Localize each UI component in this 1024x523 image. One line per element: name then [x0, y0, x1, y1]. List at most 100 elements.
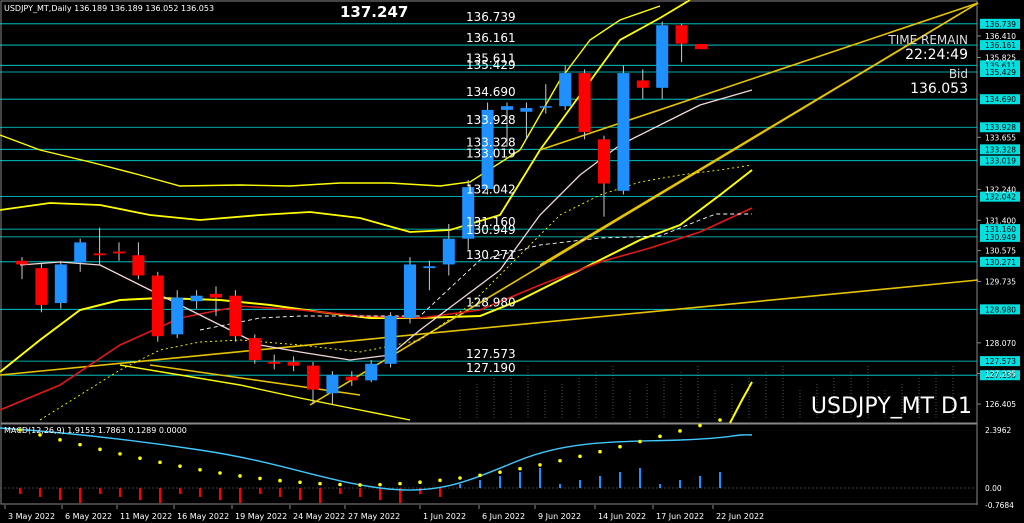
level-text: 135.429 — [466, 58, 516, 72]
macd-dot — [718, 418, 722, 422]
candle-bear — [268, 361, 281, 364]
level-text: 128.980 — [466, 295, 516, 309]
candle-bear — [93, 253, 106, 256]
macd-dot — [258, 476, 262, 481]
macd-dot — [378, 482, 382, 487]
candle-bear — [695, 44, 707, 50]
candle-bull — [656, 25, 669, 88]
level-price-box-text: 136.739 — [985, 20, 1016, 29]
macd-dot — [138, 456, 142, 461]
candle-bull — [171, 297, 184, 335]
candle-bull — [442, 238, 455, 265]
level-text: 132.042 — [466, 183, 516, 197]
x-tick-label: 19 May 2022 — [235, 512, 287, 521]
candle-bull — [326, 374, 339, 394]
level-text: 130.271 — [466, 248, 516, 262]
candle-bull — [617, 73, 630, 191]
candle-bull — [539, 106, 552, 108]
x-tick-label: 24 May 2022 — [293, 512, 345, 521]
y-tick-label: 127.235 — [985, 370, 1016, 379]
macd-dot — [278, 478, 282, 483]
candle-bull — [423, 266, 436, 269]
candle-bull — [54, 264, 67, 304]
x-tick-label: 3 May 2022 — [8, 512, 55, 521]
candle-bear — [210, 293, 222, 298]
level-price-box-text: 134.690 — [985, 95, 1016, 104]
level-price-box-text: 130.271 — [985, 258, 1016, 267]
candle-bear — [307, 365, 319, 390]
level-price-box-text: 133.019 — [985, 157, 1016, 166]
bid-label: Bid — [949, 67, 968, 81]
macd-dot — [458, 476, 462, 480]
macd-label: MACD(12,26,9) 1.9153 1.7863 0.1289 0.000… — [4, 426, 187, 435]
x-tick-label: 1 Jun 2022 — [423, 512, 466, 521]
candle-bear — [578, 73, 591, 132]
macd-dot — [518, 466, 522, 471]
x-tick-label: 22 Jun 2022 — [716, 512, 764, 521]
y-tick-label: 126.405 — [985, 400, 1016, 409]
time-remain-label: TIME REMAIN — [887, 33, 968, 47]
macd-dot — [158, 460, 162, 465]
macd-dot — [218, 471, 222, 475]
bid-value: 136.053 — [910, 81, 968, 97]
x-tick-label: 27 May 2022 — [348, 512, 400, 521]
candle-bear — [598, 139, 610, 184]
macd-dot — [678, 429, 682, 433]
symbol-watermark: USDJPY_MT D1 — [811, 394, 972, 419]
level-text: 136.739 — [466, 10, 516, 24]
macd-dot — [118, 452, 122, 456]
candle-bull — [501, 106, 513, 110]
macd-dot — [618, 444, 622, 449]
level-price-box-text: 127.573 — [985, 357, 1016, 366]
y-tick-label: 129.735 — [985, 278, 1016, 287]
y-tick-label: 130.575 — [985, 247, 1016, 256]
candle-bull — [404, 264, 416, 318]
macd-dot — [498, 470, 502, 474]
candle-bull — [365, 363, 378, 381]
price-chart[interactable]: 136.739136.739136.161136.161135.611135.6… — [0, 0, 1024, 523]
big-price-text: 137.247 — [340, 3, 408, 21]
macd-tick-label: 0.00 — [985, 484, 1002, 493]
candle-bear — [229, 295, 242, 337]
candle-bull — [384, 315, 397, 364]
candle-bear — [35, 268, 48, 305]
macd-dot — [558, 458, 562, 463]
macd-dot — [198, 467, 202, 472]
candle-bear — [287, 361, 300, 366]
candle-bull — [190, 295, 203, 302]
level-text: 130.949 — [466, 223, 516, 237]
macd-dot — [338, 482, 342, 487]
candle-bear — [248, 338, 261, 361]
level-price-box-text: 133.928 — [985, 123, 1016, 132]
macd-dot — [398, 481, 402, 486]
macd-dot — [178, 464, 182, 468]
macd-dot — [478, 473, 482, 478]
level-text: 127.573 — [466, 347, 516, 361]
level-price-box-text: 130.949 — [985, 233, 1016, 242]
candle-bull — [74, 242, 87, 263]
macd-dot — [98, 447, 102, 452]
candle-bear — [636, 80, 649, 88]
macd-dot — [578, 454, 582, 459]
candle-bull — [559, 73, 572, 107]
macd-dot — [298, 480, 302, 485]
level-text: 133.928 — [466, 113, 516, 127]
candle-bear — [345, 376, 358, 381]
time-remain-value: 22:24:49 — [905, 47, 968, 63]
level-price-box-text: 133.328 — [985, 145, 1016, 154]
macd-tick-label: 2.3962 — [985, 426, 1011, 435]
x-tick-label: 16 May 2022 — [177, 512, 229, 521]
x-tick-label: 14 Jun 2022 — [598, 512, 646, 521]
y-tick-label: 136.410 — [985, 32, 1016, 41]
macd-dot — [238, 474, 242, 478]
macd-dot — [358, 483, 362, 487]
x-tick-label: 9 Jun 2022 — [538, 512, 581, 521]
level-text: 134.690 — [466, 85, 516, 99]
candle-bear — [16, 260, 28, 265]
level-text: 136.161 — [466, 31, 516, 45]
level-price-box-text: 135.429 — [985, 68, 1016, 77]
candle-bear — [132, 255, 145, 276]
y-tick-label: 133.655 — [985, 133, 1016, 142]
x-tick-label: 11 May 2022 — [120, 512, 172, 521]
level-price-box-text: 136.161 — [985, 41, 1016, 50]
